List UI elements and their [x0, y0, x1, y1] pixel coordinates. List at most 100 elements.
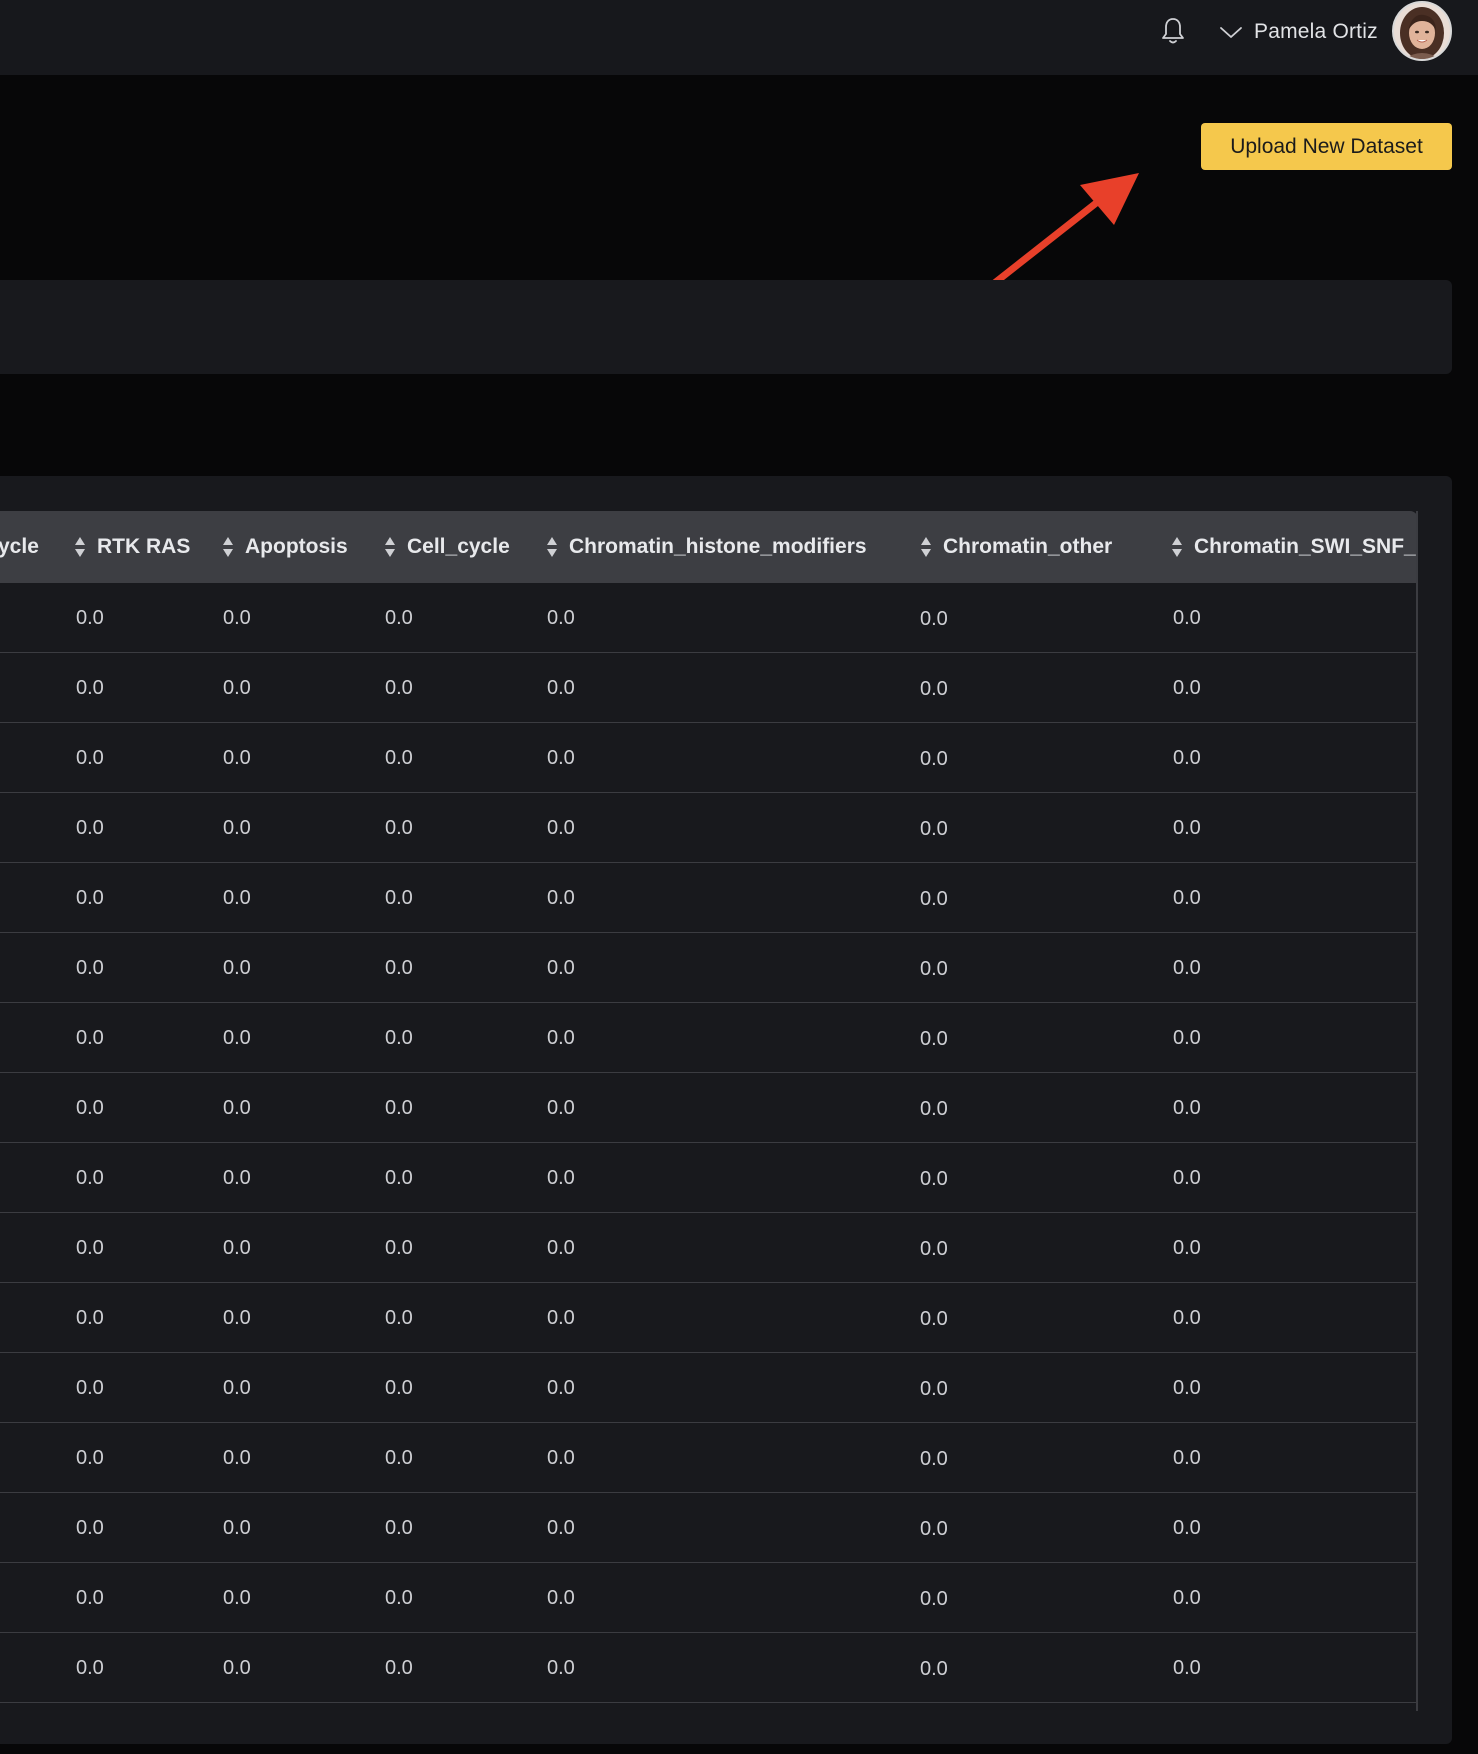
cell-rtk-ras: 0.0 — [76, 1026, 104, 1049]
cell-chromatin-other: 0.0 — [920, 1237, 948, 1260]
cell-chromatin-histone-modifiers: 0.0 — [547, 1306, 575, 1329]
cell-chromatin-histone-modifiers: 0.0 — [547, 1446, 575, 1469]
cell-rtk-ras: 0.0 — [76, 746, 104, 769]
table-row[interactable]: 0.0 0.0 0.0 0.0 0.0 0.0 — [0, 653, 1416, 723]
cell-chromatin-other: 0.0 — [920, 1167, 948, 1190]
cell-apoptosis: 0.0 — [223, 1236, 251, 1259]
table-row[interactable]: 0.0 0.0 0.0 0.0 0.0 0.0 — [0, 1423, 1416, 1493]
cell-cell-cycle: 0.0 — [385, 1306, 413, 1329]
sort-icon — [75, 537, 85, 557]
bell-icon[interactable] — [1160, 16, 1186, 46]
avatar[interactable] — [1392, 1, 1452, 61]
cell-rtk-ras: 0.0 — [76, 1586, 104, 1609]
sort-icon — [921, 537, 931, 557]
table-row[interactable]: 0.0 0.0 0.0 0.0 0.0 0.0 — [0, 1283, 1416, 1353]
column-header-chromatin-histone-modifiers[interactable]: Chromatin_histone_modifiers — [546, 511, 867, 583]
cell-cell-cycle: 0.0 — [385, 1376, 413, 1399]
table-row[interactable]: 0.0 0.0 0.0 0.0 0.0 0.0 — [0, 933, 1416, 1003]
cell-chromatin-swi-snf: 0.0 — [1173, 1166, 1201, 1189]
cell-cell-cycle: 0.0 — [385, 1446, 413, 1469]
cell-apoptosis: 0.0 — [223, 1166, 251, 1189]
cell-apoptosis: 0.0 — [223, 746, 251, 769]
cell-apoptosis: 0.0 — [223, 956, 251, 979]
cell-chromatin-swi-snf: 0.0 — [1173, 1236, 1201, 1259]
cell-chromatin-histone-modifiers: 0.0 — [547, 1236, 575, 1259]
cell-apoptosis: 0.0 — [223, 1446, 251, 1469]
table-row[interactable]: 0.0 0.0 0.0 0.0 0.0 0.0 — [0, 1073, 1416, 1143]
cell-rtk-ras: 0.0 — [76, 1516, 104, 1539]
cell-chromatin-histone-modifiers: 0.0 — [547, 1586, 575, 1609]
cell-rtk-ras: 0.0 — [76, 816, 104, 839]
table-row[interactable]: 0.0 0.0 0.0 0.0 0.0 0.0 — [0, 583, 1416, 653]
cell-apoptosis: 0.0 — [223, 676, 251, 699]
chevron-down-icon — [1220, 27, 1242, 38]
cell-chromatin-other: 0.0 — [920, 887, 948, 910]
cell-chromatin-histone-modifiers: 0.0 — [547, 1026, 575, 1049]
cell-chromatin-other: 0.0 — [920, 1307, 948, 1330]
column-header-apoptosis[interactable]: Apoptosis — [222, 511, 348, 583]
cell-chromatin-other: 0.0 — [920, 1027, 948, 1050]
cell-rtk-ras: 0.0 — [76, 1166, 104, 1189]
table-row[interactable]: 0.0 0.0 0.0 0.0 0.0 0.0 — [0, 863, 1416, 933]
table-row[interactable]: 0.0 0.0 0.0 0.0 0.0 0.0 — [0, 793, 1416, 863]
table-row[interactable]: 0.0 0.0 0.0 0.0 0.0 0.0 — [0, 1353, 1416, 1423]
cell-chromatin-histone-modifiers: 0.0 — [547, 816, 575, 839]
column-label: Chromatin_SWI_SNF_c — [1194, 535, 1418, 558]
cell-rtk-ras: 0.0 — [76, 1376, 104, 1399]
cell-rtk-ras: 0.0 — [76, 1306, 104, 1329]
cell-cell-cycle: 0.0 — [385, 816, 413, 839]
column-header-chromatin-swi-snf[interactable]: Chromatin_SWI_SNF_c — [1171, 511, 1418, 583]
cell-chromatin-histone-modifiers: 0.0 — [547, 676, 575, 699]
cell-rtk-ras: 0.0 — [76, 606, 104, 629]
cell-cell-cycle: 0.0 — [385, 1236, 413, 1259]
cell-cell-cycle: 0.0 — [385, 956, 413, 979]
cell-chromatin-other: 0.0 — [920, 1517, 948, 1540]
cell-chromatin-swi-snf: 0.0 — [1173, 886, 1201, 909]
cell-cell-cycle: 0.0 — [385, 1656, 413, 1679]
cell-chromatin-other: 0.0 — [920, 1657, 948, 1680]
cell-rtk-ras: 0.0 — [76, 1096, 104, 1119]
user-name: Pamela Ortiz — [1254, 20, 1378, 43]
cell-cell-cycle: 0.0 — [385, 1586, 413, 1609]
cell-rtk-ras: 0.0 — [76, 1446, 104, 1469]
upload-new-dataset-button[interactable]: Upload New Dataset — [1201, 123, 1452, 170]
cell-chromatin-swi-snf: 0.0 — [1173, 746, 1201, 769]
cell-chromatin-swi-snf: 0.0 — [1173, 1516, 1201, 1539]
cell-chromatin-other: 0.0 — [920, 1377, 948, 1400]
filter-bar — [0, 280, 1452, 374]
cell-rtk-ras: 0.0 — [76, 1656, 104, 1679]
sort-icon — [385, 537, 395, 557]
table-row[interactable]: 0.0 0.0 0.0 0.0 0.0 0.0 — [0, 1633, 1416, 1703]
cell-cell-cycle: 0.0 — [385, 1026, 413, 1049]
table-row[interactable]: 0.0 0.0 0.0 0.0 0.0 0.0 — [0, 1563, 1416, 1633]
cell-chromatin-swi-snf: 0.0 — [1173, 1656, 1201, 1679]
cell-cell-cycle: 0.0 — [385, 886, 413, 909]
column-header-cell-cycle[interactable]: Cell_cycle — [384, 511, 510, 583]
table-row[interactable]: 0.0 0.0 0.0 0.0 0.0 0.0 — [0, 723, 1416, 793]
table-row[interactable]: 0.0 0.0 0.0 0.0 0.0 0.0 — [0, 1143, 1416, 1213]
sort-icon — [223, 537, 233, 557]
cell-chromatin-swi-snf: 0.0 — [1173, 676, 1201, 699]
cell-chromatin-swi-snf: 0.0 — [1173, 1026, 1201, 1049]
cell-rtk-ras: 0.0 — [76, 956, 104, 979]
table-row[interactable]: 0.0 0.0 0.0 0.0 0.0 0.0 — [0, 1003, 1416, 1073]
cell-chromatin-histone-modifiers: 0.0 — [547, 1376, 575, 1399]
column-label: Chromatin_histone_modifiers — [569, 535, 867, 558]
cell-cell-cycle: 0.0 — [385, 1096, 413, 1119]
cell-chromatin-histone-modifiers: 0.0 — [547, 956, 575, 979]
cell-chromatin-swi-snf: 0.0 — [1173, 1306, 1201, 1329]
column-header-cycle[interactable]: ycle — [0, 511, 39, 583]
user-menu[interactable]: Pamela Ortiz — [1218, 14, 1378, 50]
table-row[interactable]: 0.0 0.0 0.0 0.0 0.0 0.0 — [0, 1213, 1416, 1283]
column-header-chromatin-other[interactable]: Chromatin_other — [920, 511, 1112, 583]
cell-cell-cycle: 0.0 — [385, 1166, 413, 1189]
cell-rtk-ras: 0.0 — [76, 676, 104, 699]
column-header-rtk-ras[interactable]: RTK RAS — [74, 511, 190, 583]
cell-chromatin-swi-snf: 0.0 — [1173, 1586, 1201, 1609]
sort-icon — [547, 537, 557, 557]
cell-apoptosis: 0.0 — [223, 816, 251, 839]
cell-chromatin-other: 0.0 — [920, 747, 948, 770]
column-label: RTK RAS — [97, 535, 191, 558]
cell-apoptosis: 0.0 — [223, 1096, 251, 1119]
table-row[interactable]: 0.0 0.0 0.0 0.0 0.0 0.0 — [0, 1493, 1416, 1563]
